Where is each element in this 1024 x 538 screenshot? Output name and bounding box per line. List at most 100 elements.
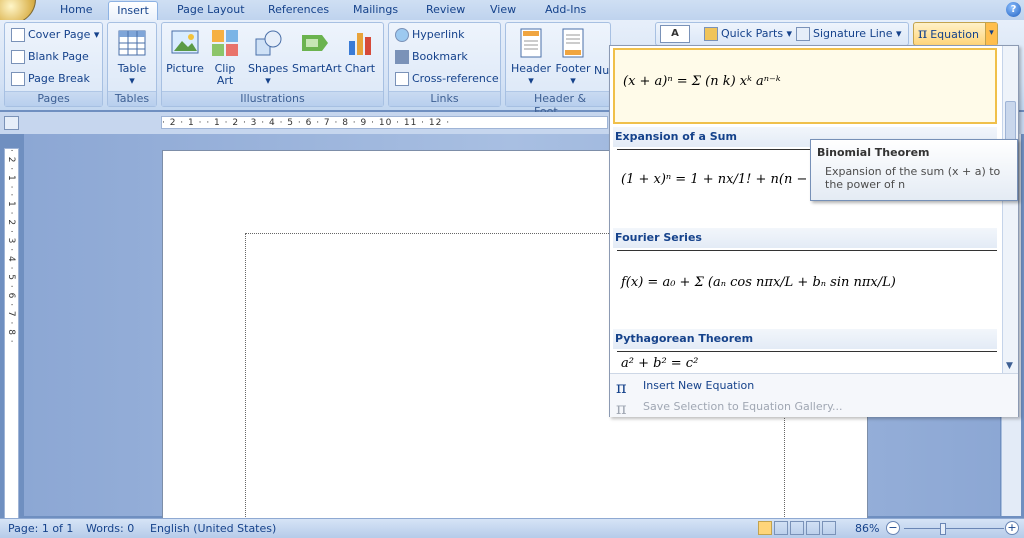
gallery-footer: π Insert New Equation π Save Selection t…: [610, 373, 1018, 418]
equation-button-content: π Equation: [918, 25, 979, 44]
equation-fourier: f(x) = a₀ + Σ (aₙ cos nπx/L + bₙ sin nπx…: [621, 275, 896, 290]
gallery-item-fourier[interactable]: f(x) = a₀ + Σ (aₙ cos nπx/L + bₙ sin nπx…: [617, 250, 997, 324]
quick-parts-label: Quick Parts: [721, 27, 784, 40]
footer-icon: [562, 28, 584, 58]
save-selection-item[interactable]: π Save Selection to Equation Gallery...: [610, 396, 1018, 418]
hyperlink-icon: [395, 28, 409, 42]
gallery-heading-fourier: Fourier Series: [613, 228, 997, 248]
print-layout-view-icon[interactable]: [758, 521, 772, 535]
header-button[interactable]: Header ▾: [510, 27, 552, 87]
group-label-illustrations: Illustrations: [162, 91, 383, 106]
zoom-slider[interactable]: [904, 528, 1004, 529]
clip-art-label-line2: Art: [216, 74, 234, 87]
zoom-in-icon[interactable]: +: [1005, 521, 1019, 535]
web-layout-view-icon[interactable]: [790, 521, 804, 535]
zoom-slider-thumb[interactable]: [940, 523, 946, 535]
shapes-button[interactable]: Shapes ▾: [248, 27, 288, 87]
status-bar: Page: 1 of 1 Words: 0 English (United St…: [0, 518, 1024, 538]
group-label-header-footer: Header & Foot: [506, 91, 610, 118]
page-break-button[interactable]: Page Break: [11, 70, 90, 89]
signature-line-icon: [796, 27, 810, 41]
hyperlink-button[interactable]: Hyperlink: [395, 26, 465, 45]
quick-parts-icon: [704, 27, 718, 41]
gallery-scrollbar[interactable]: ▼: [1002, 46, 1018, 373]
cover-page-icon: [11, 28, 25, 42]
blank-page-button[interactable]: Blank Page: [11, 48, 89, 67]
equation-gallery: (x + a)ⁿ = Σ (n k) xᵏ aⁿ⁻ᵏ Expansion of …: [609, 45, 1019, 418]
blank-page-icon: [11, 50, 25, 64]
pi-icon: π: [616, 378, 627, 397]
tooltip-body: Expansion of the sum (x + a) to the powe…: [825, 165, 1001, 191]
blank-page-label: Blank Page: [28, 50, 89, 63]
group-text: A Quick Parts ▾ Signature Line ▾: [655, 22, 909, 46]
zoom-out-icon[interactable]: −: [886, 521, 900, 535]
draft-view-icon[interactable]: [822, 521, 836, 535]
zoom-level[interactable]: 86%: [855, 522, 879, 535]
status-language[interactable]: English (United States): [150, 522, 276, 535]
chart-label: Chart: [344, 62, 376, 75]
quick-parts-button[interactable]: Quick Parts ▾: [704, 25, 792, 44]
pi-icon: π: [918, 26, 928, 42]
save-equation-icon: π: [616, 399, 627, 418]
vertical-ruler[interactable]: · 2 · 1 · · 1 · 2 · 3 · 4 · 5 · 6 · 7 · …: [4, 148, 19, 520]
equation-pythagorean: a² + b² = c²: [621, 356, 699, 371]
chart-button[interactable]: Chart: [342, 27, 378, 75]
tab-references[interactable]: References: [264, 1, 333, 20]
insert-new-equation-item[interactable]: π Insert New Equation: [610, 375, 1018, 397]
table-button[interactable]: Table ▾: [116, 27, 148, 87]
tab-home[interactable]: Home: [56, 1, 96, 20]
group-label-pages: Pages: [5, 91, 102, 106]
gallery-item-pythagorean[interactable]: a² + b² = c²: [617, 351, 997, 373]
tab-insert[interactable]: Insert: [108, 1, 158, 20]
picture-button[interactable]: Picture: [166, 27, 204, 75]
hyperlink-label: Hyperlink: [412, 28, 465, 41]
help-icon[interactable]: ?: [1006, 2, 1021, 17]
group-tables: Table ▾ Tables: [107, 22, 157, 107]
cross-reference-label: Cross-reference: [412, 72, 499, 85]
footer-label: Footer: [555, 62, 591, 75]
chart-icon: [349, 33, 371, 55]
signature-line-label: Signature Line: [813, 27, 893, 40]
status-words[interactable]: Words: 0: [86, 522, 134, 535]
clip-art-button[interactable]: Clip Art: [208, 27, 242, 87]
tab-view[interactable]: View: [486, 1, 520, 20]
tab-selector[interactable]: [4, 116, 19, 130]
cover-page-label: Cover Page: [28, 28, 91, 41]
smartart-label: SmartArt: [292, 62, 342, 75]
group-header-footer: Header▾ Footer▾ Nu Header & Foot: [505, 22, 611, 118]
equation-dropdown-arrow-icon[interactable]: ▾: [985, 23, 997, 45]
table-icon: [118, 30, 146, 56]
equation-button[interactable]: π Equation ▾: [913, 22, 998, 46]
tooltip: Binomial Theorem Expansion of the sum (x…: [810, 139, 1018, 201]
outline-view-icon[interactable]: [806, 521, 820, 535]
tab-mailings[interactable]: Mailings: [349, 1, 402, 20]
shapes-icon: [255, 30, 282, 56]
group-illustrations: Picture Clip Art Shapes ▾ SmartArt Chart I…: [161, 22, 384, 107]
tab-review[interactable]: Review: [422, 1, 469, 20]
equation-binomial: (x + a)ⁿ = Σ (n k) xᵏ aⁿ⁻ᵏ: [623, 74, 781, 89]
group-label-tables: Tables: [108, 91, 156, 106]
cover-page-button[interactable]: Cover Page ▾: [11, 26, 99, 45]
gallery-heading-pythagorean: Pythagorean Theorem: [613, 329, 997, 349]
gallery-scroll-down-icon[interactable]: ▼: [1006, 361, 1013, 371]
smartart-button[interactable]: SmartArt: [292, 27, 342, 75]
header-label: Header: [510, 62, 552, 75]
text-box-icon[interactable]: A: [660, 25, 690, 43]
bookmark-button[interactable]: Bookmark: [395, 48, 468, 67]
signature-line-button[interactable]: Signature Line ▾: [796, 25, 902, 44]
footer-button[interactable]: Footer ▾: [553, 27, 593, 87]
full-screen-reading-view-icon[interactable]: [774, 521, 788, 535]
group-pages: Cover Page ▾ Blank Page Page Break Pages: [4, 22, 103, 107]
table-label: Table: [117, 62, 147, 75]
bookmark-icon: [395, 50, 409, 64]
picture-icon: [171, 30, 199, 54]
view-buttons: [758, 521, 848, 535]
tab-page-layout[interactable]: Page Layout: [173, 1, 249, 20]
status-page[interactable]: Page: 1 of 1: [8, 522, 73, 535]
tab-add-ins[interactable]: Add-Ins: [541, 1, 590, 20]
cross-reference-button[interactable]: Cross-reference: [395, 70, 499, 89]
horizontal-ruler[interactable]: · 2 · 1 · · 1 · 2 · 3 · 4 · 5 · 6 · 7 · …: [161, 116, 608, 129]
clip-art-icon: [212, 30, 238, 56]
smartart-icon: [302, 35, 328, 51]
gallery-item-binomial[interactable]: (x + a)ⁿ = Σ (n k) xᵏ aⁿ⁻ᵏ: [613, 48, 997, 124]
